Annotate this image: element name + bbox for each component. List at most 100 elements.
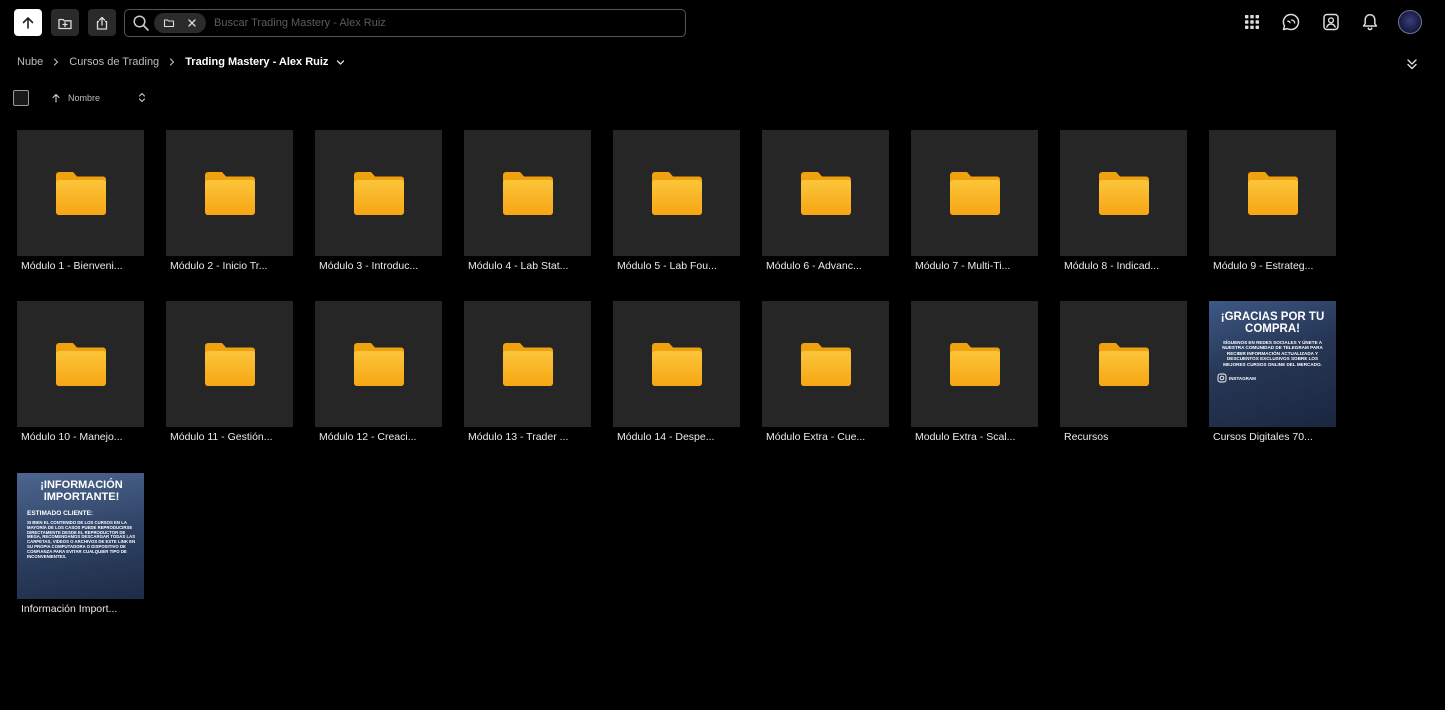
item-name: Recursos — [1064, 431, 1109, 443]
folder-thumbnail — [1209, 130, 1336, 256]
folder-thumbnail — [1060, 130, 1187, 256]
folder-tile[interactable]: Módulo 2 - Inicio Tr... — [166, 130, 293, 272]
avatar[interactable] — [1398, 10, 1422, 34]
folder-icon — [55, 343, 106, 386]
folder-icon — [800, 172, 851, 215]
contacts-icon[interactable] — [1321, 12, 1341, 32]
item-name: Módulo 7 - Multi-Ti... — [915, 260, 1011, 272]
folder-filter-chip[interactable] — [154, 13, 206, 33]
folder-icon — [502, 343, 553, 386]
folder-icon — [502, 172, 553, 215]
info-body: SI BIEN EL CONTENIDO DE LOS CURSOS EN LA… — [27, 520, 136, 559]
folder-tile[interactable]: Módulo 11 - Gestión... — [166, 301, 293, 443]
double-chevron-down-icon[interactable] — [1405, 57, 1419, 71]
image-thumbnail: ¡GRACIAS POR TU COMPRA! SÍGUENOS EN REDE… — [1209, 301, 1336, 427]
breadcrumb-current[interactable]: Trading Mastery - Alex Ruiz — [185, 56, 328, 68]
promo-social: INSTAGRAM — [1217, 373, 1328, 383]
select-all-checkbox[interactable] — [13, 90, 29, 106]
folder-tile[interactable]: Módulo 9 - Estrateg... — [1209, 130, 1336, 272]
folder-tile[interactable]: Módulo 7 - Multi-Ti... — [911, 130, 1038, 272]
folder-thumbnail — [613, 301, 740, 427]
promo-title: ¡GRACIAS POR TU COMPRA! — [1220, 311, 1325, 335]
folder-icon — [1247, 172, 1298, 215]
item-name: Módulo 12 - Creaci... — [319, 431, 417, 443]
folder-thumbnail — [166, 301, 293, 427]
folder-tile[interactable]: Módulo 14 - Despe... — [613, 301, 740, 443]
folder-icon — [949, 343, 1000, 386]
sort-toggle-icon[interactable] — [137, 91, 147, 104]
folder-thumbnail — [613, 130, 740, 256]
bell-icon[interactable] — [1360, 12, 1380, 32]
folder-tile[interactable]: Módulo 13 - Trader ... — [464, 301, 591, 443]
folder-thumbnail — [911, 301, 1038, 427]
new-folder-button[interactable] — [51, 9, 79, 36]
folder-thumbnail — [762, 130, 889, 256]
folder-outline-icon — [163, 19, 174, 28]
item-name: Módulo Extra - Cue... — [766, 431, 866, 443]
folder-icon — [1098, 343, 1149, 386]
folder-icon — [949, 172, 1000, 215]
sort-ascending-icon[interactable] — [51, 93, 61, 103]
folder-tile[interactable]: Recursos — [1060, 301, 1187, 443]
folder-tile[interactable]: Módulo 10 - Manejo... — [17, 301, 144, 443]
folder-thumbnail — [315, 301, 442, 427]
folder-icon — [353, 343, 404, 386]
image-thumbnail: ¡INFORMACIÓN IMPORTANTE! ESTIMADO CLIENT… — [17, 473, 144, 599]
folder-icon — [651, 172, 702, 215]
chevron-right-icon — [170, 58, 175, 66]
folder-tile[interactable]: Módulo Extra - Cue... — [762, 301, 889, 443]
item-name: Módulo 1 - Bienveni... — [21, 260, 123, 272]
item-name: Módulo 9 - Estrateg... — [1213, 260, 1314, 272]
folder-icon — [353, 172, 404, 215]
close-icon[interactable] — [186, 17, 198, 29]
promo-body: SÍGUENOS EN REDES SOCIALES Y ÚNETE A NUE… — [1222, 340, 1323, 367]
item-name: Módulo 6 - Advanc... — [766, 260, 862, 272]
share-button[interactable] — [88, 9, 116, 36]
item-name: Módulo 8 - Indicad... — [1064, 260, 1160, 272]
folder-tile[interactable]: Módulo 4 - Lab Stat... — [464, 130, 591, 272]
item-name: Módulo 4 - Lab Stat... — [468, 260, 569, 272]
folder-tile[interactable]: Módulo 12 - Creaci... — [315, 301, 442, 443]
apps-grid-icon[interactable] — [1242, 12, 1262, 32]
arrow-up-icon — [22, 16, 34, 29]
top-bar — [0, 0, 1445, 45]
breadcrumb-root[interactable]: Nube — [17, 56, 43, 68]
item-name: Módulo 5 - Lab Fou... — [617, 260, 717, 272]
folder-tile[interactable]: Módulo 8 - Indicad... — [1060, 130, 1187, 272]
folder-thumbnail — [17, 130, 144, 256]
chevron-down-icon[interactable] — [336, 58, 345, 67]
item-name: Módulo 2 - Inicio Tr... — [170, 260, 268, 272]
item-name: Módulo 13 - Trader ... — [468, 431, 569, 443]
folder-thumbnail — [166, 130, 293, 256]
folder-thumbnail — [762, 301, 889, 427]
folder-thumbnail — [1060, 301, 1187, 427]
folder-thumbnail — [911, 130, 1038, 256]
item-name: Módulo 10 - Manejo... — [21, 431, 123, 443]
folder-thumbnail — [315, 130, 442, 256]
folder-thumbnail — [464, 301, 591, 427]
promo-social-label: INSTAGRAM — [1229, 375, 1256, 381]
breadcrumb-parent[interactable]: Cursos de Trading — [69, 56, 159, 68]
sort-label[interactable]: Nombre — [68, 93, 100, 103]
folder-tile[interactable]: Módulo 1 - Bienveni... — [17, 130, 144, 272]
upload-button[interactable] — [14, 9, 42, 36]
item-name: Información Import... — [21, 603, 118, 615]
chat-icon[interactable] — [1281, 12, 1301, 32]
folder-thumbnail — [464, 130, 591, 256]
folder-tile[interactable]: Modulo Extra - Scal... — [911, 301, 1038, 443]
folder-thumbnail — [17, 301, 144, 427]
folder-tile[interactable]: Módulo 6 - Advanc... — [762, 130, 889, 272]
share-icon — [96, 16, 108, 30]
search-bar — [124, 9, 686, 37]
search-input[interactable] — [212, 16, 685, 30]
image-tile[interactable]: ¡INFORMACIÓN IMPORTANTE! ESTIMADO CLIENT… — [17, 473, 144, 615]
folder-icon — [204, 172, 255, 215]
item-name: Módulo 3 - Introduc... — [319, 260, 419, 272]
folder-icon — [1098, 172, 1149, 215]
folder-tile[interactable]: Módulo 3 - Introduc... — [315, 130, 442, 272]
item-name: Módulo 11 - Gestión... — [170, 431, 273, 443]
image-tile[interactable]: ¡GRACIAS POR TU COMPRA! SÍGUENOS EN REDE… — [1209, 301, 1336, 443]
folder-icon — [651, 343, 702, 386]
folder-icon — [204, 343, 255, 386]
folder-tile[interactable]: Módulo 5 - Lab Fou... — [613, 130, 740, 272]
